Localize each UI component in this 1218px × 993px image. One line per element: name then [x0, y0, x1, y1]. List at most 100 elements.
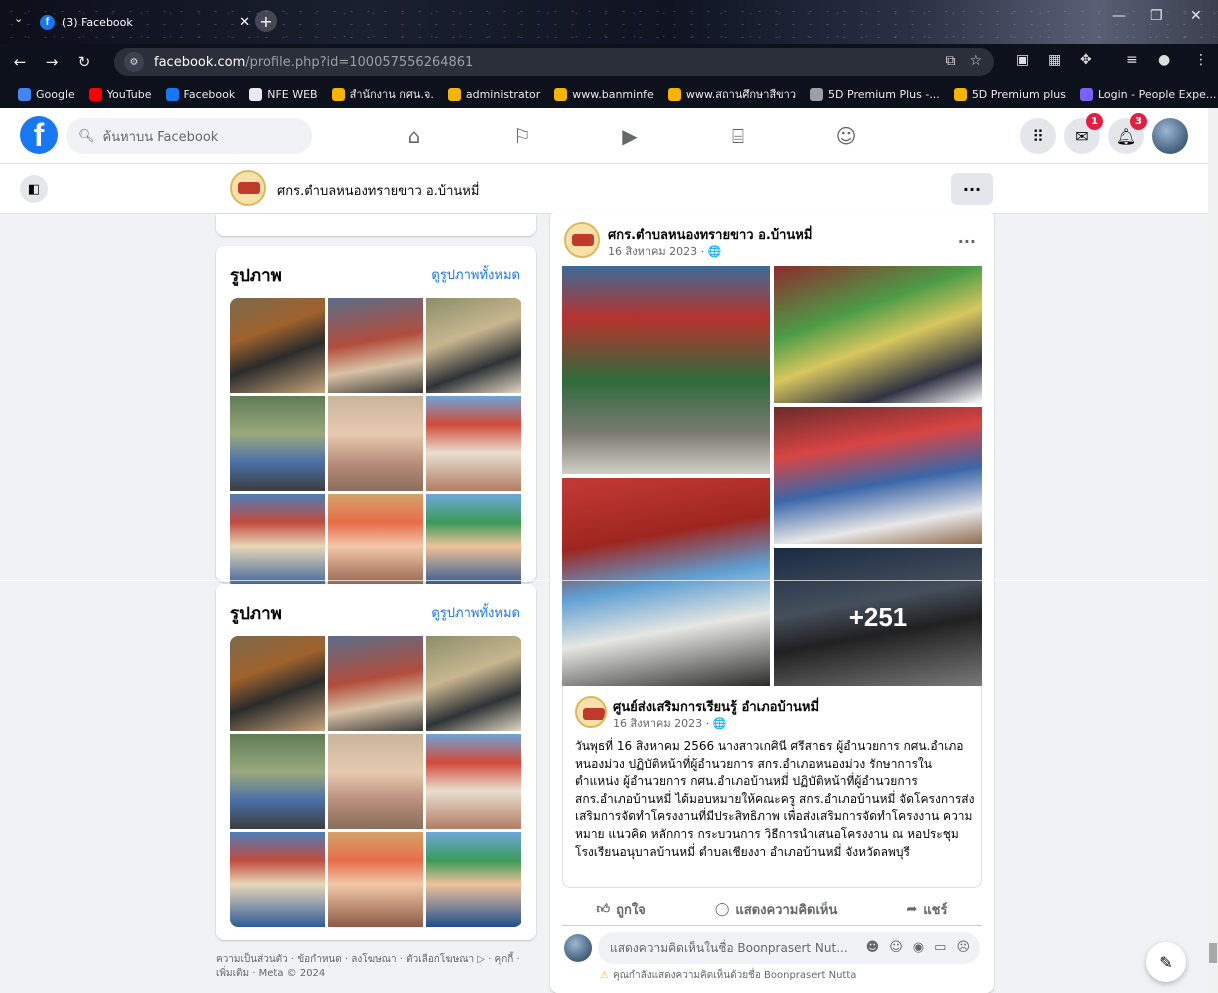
post-author-avatar[interactable] — [564, 222, 600, 258]
menu-grid-icon[interactable]: ⠿ — [1020, 118, 1056, 154]
url-input[interactable]: ⚙ facebook.com/profile.php?id=1000575562… — [114, 48, 994, 76]
comment-button[interactable]: ◯ แสดงความคิดเห็น — [715, 899, 838, 920]
install-app-icon[interactable]: ⧉ — [945, 53, 955, 69]
photo-thumbnail[interactable] — [426, 832, 521, 927]
see-all-photos-link[interactable]: ดูรูปภาพทั้งหมด — [431, 264, 520, 285]
nav-home-icon[interactable]: ⌂ — [360, 108, 468, 164]
page-avatar[interactable] — [230, 170, 266, 206]
bookmarks-bar: Google YouTube Facebook NFE WEB สำนักงาน กศน… — [0, 80, 1218, 108]
bookmark-item[interactable]: Facebook — [165, 87, 235, 101]
reading-list-icon[interactable]: ≡ — [1126, 52, 1138, 68]
post-photo[interactable] — [562, 266, 770, 474]
minimize-icon[interactable]: — — [1112, 8, 1126, 24]
scrollbar-thumb[interactable] — [1209, 943, 1217, 963]
bookmark-item[interactable]: YouTube — [88, 87, 152, 101]
photo-thumbnail[interactable] — [328, 396, 423, 491]
photo-thumbnail[interactable] — [230, 298, 325, 393]
nav-marketplace-icon[interactable]: ⌸ — [684, 108, 792, 164]
share-button[interactable]: ➦ แชร์ — [906, 899, 947, 920]
forward-icon[interactable]: → — [40, 53, 64, 71]
notifications-bell-icon[interactable]: 🔔︎ 3 — [1108, 113, 1147, 154]
sticker-icon[interactable]: ☹ — [956, 940, 970, 955]
facebook-logo[interactable]: f — [20, 116, 58, 154]
close-tab-icon[interactable]: ✕ — [239, 15, 250, 30]
page-name[interactable]: ศกร.ตำบลหนองทรายขาว อ.บ้านหมี่ — [277, 180, 479, 201]
bookmark-item[interactable]: www.banminfe — [554, 87, 654, 101]
camera-icon[interactable]: ◉ — [913, 940, 924, 955]
extension-sheets-icon[interactable]: ▣ — [1016, 52, 1029, 68]
see-all-photos-link[interactable]: ดูรูปภาพทั้งหมด — [431, 602, 520, 623]
post-more-button[interactable]: ··· — [958, 232, 976, 251]
bookmark-item[interactable]: 5D Premium plus — [953, 87, 1066, 101]
warning-text: คุณกำลังแสดงความคิดเห็นด้วยชื่อ Boonpras… — [612, 970, 857, 981]
emoji-icon[interactable]: ☺ — [889, 940, 903, 955]
post-photo-mosaic: +251 — [562, 266, 982, 686]
bookmark-item[interactable]: 5D Premium Plus -... — [810, 87, 940, 101]
extension-grid-icon[interactable]: ▦ — [1048, 52, 1061, 68]
photo-thumbnail[interactable] — [426, 734, 521, 829]
restore-icon[interactable]: ❐ — [1150, 8, 1163, 24]
commenter-avatar[interactable] — [564, 934, 592, 962]
photo-thumbnail[interactable] — [426, 396, 521, 491]
page-scrollbar[interactable] — [1208, 108, 1218, 993]
previous-card — [216, 214, 536, 236]
photo-thumbnail[interactable] — [328, 734, 423, 829]
photo-thumbnail[interactable] — [328, 298, 423, 393]
photo-thumbnail[interactable] — [230, 734, 325, 829]
shared-author-avatar[interactable] — [575, 696, 607, 728]
warning-icon: ⚠ — [600, 970, 609, 981]
bookmark-item[interactable]: administrator — [447, 87, 540, 101]
post-photo[interactable] — [774, 407, 982, 544]
photo-thumbnail[interactable] — [426, 298, 521, 393]
bookmark-item[interactable]: www.สถานศึกษาสีขาว — [667, 85, 796, 103]
nav-video-icon[interactable]: ▶ — [576, 108, 684, 164]
comment-input[interactable]: แสดงความคิดเห็นในชื่อ Boonprasert Nut...… — [598, 932, 980, 964]
bookmark-star-icon[interactable]: ☆ — [969, 53, 982, 69]
page-more-button[interactable]: ··· — [951, 173, 993, 205]
photo-thumbnail[interactable] — [426, 494, 521, 589]
photo-thumbnail[interactable] — [230, 636, 325, 731]
close-window-icon[interactable]: ✕ — [1190, 8, 1202, 24]
new-message-compose-icon[interactable]: ✎ — [1146, 942, 1186, 982]
post-photo[interactable] — [774, 266, 982, 403]
back-icon[interactable]: ← — [8, 53, 32, 71]
tab-search-icon[interactable]: ⌄ — [14, 12, 23, 25]
photo-thumbnail[interactable] — [230, 494, 325, 589]
photo-thumbnail[interactable] — [328, 494, 423, 589]
nav-groups-icon[interactable]: ☺ — [792, 108, 900, 164]
new-tab-button[interactable]: + — [255, 10, 277, 32]
photo-thumbnail[interactable] — [328, 636, 423, 731]
like-button[interactable]: 👍︎ ถูกใจ — [597, 899, 646, 920]
url-path: /profile.php?id=100057556264861 — [245, 54, 474, 70]
bookmark-favicon-icon — [554, 87, 568, 101]
post-card: ศกร.ตำบลหนองทรายขาว อ.บ้านหมี่ 16 สิงหาค… — [550, 210, 994, 993]
footer-links[interactable]: ความเป็นส่วนตัว · ข้อกำหนด · ลงโฆษณา · ต… — [216, 953, 538, 981]
bookmark-item[interactable]: Login - People Expe... — [1079, 87, 1216, 101]
gif-icon[interactable]: ▭ — [934, 940, 946, 955]
search-input[interactable]: 🔍︎ ค้นหาบน Facebook — [66, 118, 312, 154]
post-photo[interactable] — [562, 478, 770, 686]
browser-menu-icon[interactable]: ⋮ — [1194, 52, 1208, 68]
photo-thumbnail[interactable] — [230, 832, 325, 927]
browser-tab[interactable]: f (3) Facebook ✕ — [40, 6, 250, 38]
post-photo-more[interactable]: +251 — [774, 548, 982, 686]
account-avatar[interactable] — [1152, 118, 1188, 154]
extensions-puzzle-icon[interactable]: ✥ — [1080, 52, 1092, 68]
nav-pages-flag-icon[interactable]: ⚐ — [468, 108, 576, 164]
site-info-icon[interactable]: ⚙ — [124, 52, 144, 72]
avatar-sticker-icon[interactable]: ☻ — [866, 940, 880, 955]
messenger-icon[interactable]: ✉ 1 — [1064, 113, 1103, 154]
photos-card: รูปภาพ ดูรูปภาพทั้งหมด — [216, 246, 536, 589]
bookmark-item[interactable]: Google — [18, 87, 75, 101]
photo-thumbnail[interactable] — [328, 832, 423, 927]
post-date[interactable]: 16 สิงหาคม 2023 · 🌐 — [608, 242, 721, 260]
photos-card: รูปภาพ ดูรูปภาพทั้งหมด — [216, 584, 536, 940]
sidebar-toggle-icon[interactable]: ◧ — [20, 175, 48, 203]
profile-icon[interactable]: ● — [1158, 52, 1170, 68]
bookmark-item[interactable]: สำนักงาน กศน.จ. — [331, 85, 434, 103]
bookmark-item[interactable]: NFE WEB — [249, 87, 318, 101]
shared-date[interactable]: 16 สิงหาคม 2023 · 🌐 — [613, 714, 726, 732]
photo-thumbnail[interactable] — [230, 396, 325, 491]
reload-icon[interactable]: ↻ — [72, 53, 96, 71]
photo-thumbnail[interactable] — [426, 636, 521, 731]
